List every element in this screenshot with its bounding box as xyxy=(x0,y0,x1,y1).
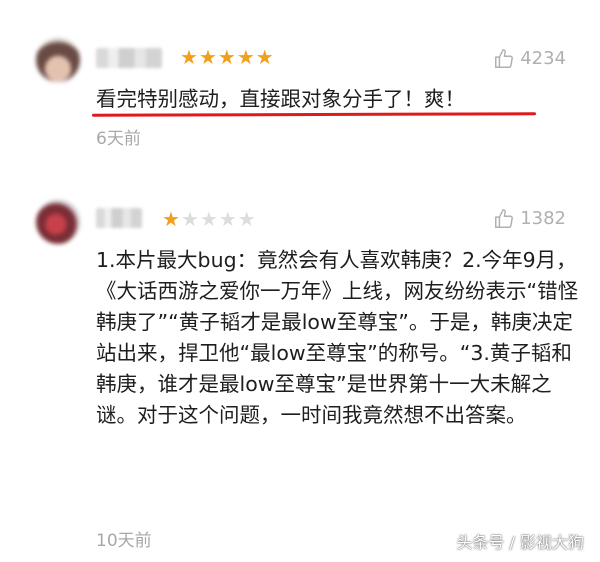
star-icon: ★ xyxy=(237,207,257,231)
star-icon: ★ xyxy=(162,207,181,231)
red-underline-annotation xyxy=(91,112,537,117)
star-icon: ★ xyxy=(218,207,238,231)
star-icon: ★ xyxy=(236,45,256,69)
star-rating: ★★★★★ xyxy=(162,208,257,230)
avatar[interactable] xyxy=(36,38,80,82)
thumbs-up-icon xyxy=(493,208,515,230)
thumbs-up-icon xyxy=(493,48,515,70)
star-icon: ★ xyxy=(255,45,275,69)
star-icon: ★ xyxy=(198,45,218,69)
review-comment: 看完特别感动，直接跟对象分手了！爽！ xyxy=(96,87,465,111)
like-button[interactable]: 1382 xyxy=(493,208,566,230)
star-icon: ★ xyxy=(180,207,200,231)
like-count: 1382 xyxy=(520,208,566,229)
user-name-blurred[interactable] xyxy=(96,208,142,228)
star-icon: ★ xyxy=(199,207,219,231)
star-rating: ★★★★★ xyxy=(180,46,275,68)
avatar[interactable] xyxy=(36,200,80,244)
review-time: 10天前 xyxy=(96,531,152,551)
review-time: 6天前 xyxy=(96,129,141,149)
star-icon: ★ xyxy=(180,45,199,69)
star-icon: ★ xyxy=(217,45,237,69)
user-name-blurred[interactable] xyxy=(96,48,162,68)
review-comment: 1.本片最大bug：竟然会有人喜欢韩庚？2.今年9月，《大话西游之爱你一万年》上… xyxy=(96,248,579,427)
like-count: 4234 xyxy=(520,48,566,69)
like-button[interactable]: 4234 xyxy=(493,48,566,70)
watermark: 头条号 / 影视大狗 xyxy=(456,533,584,552)
